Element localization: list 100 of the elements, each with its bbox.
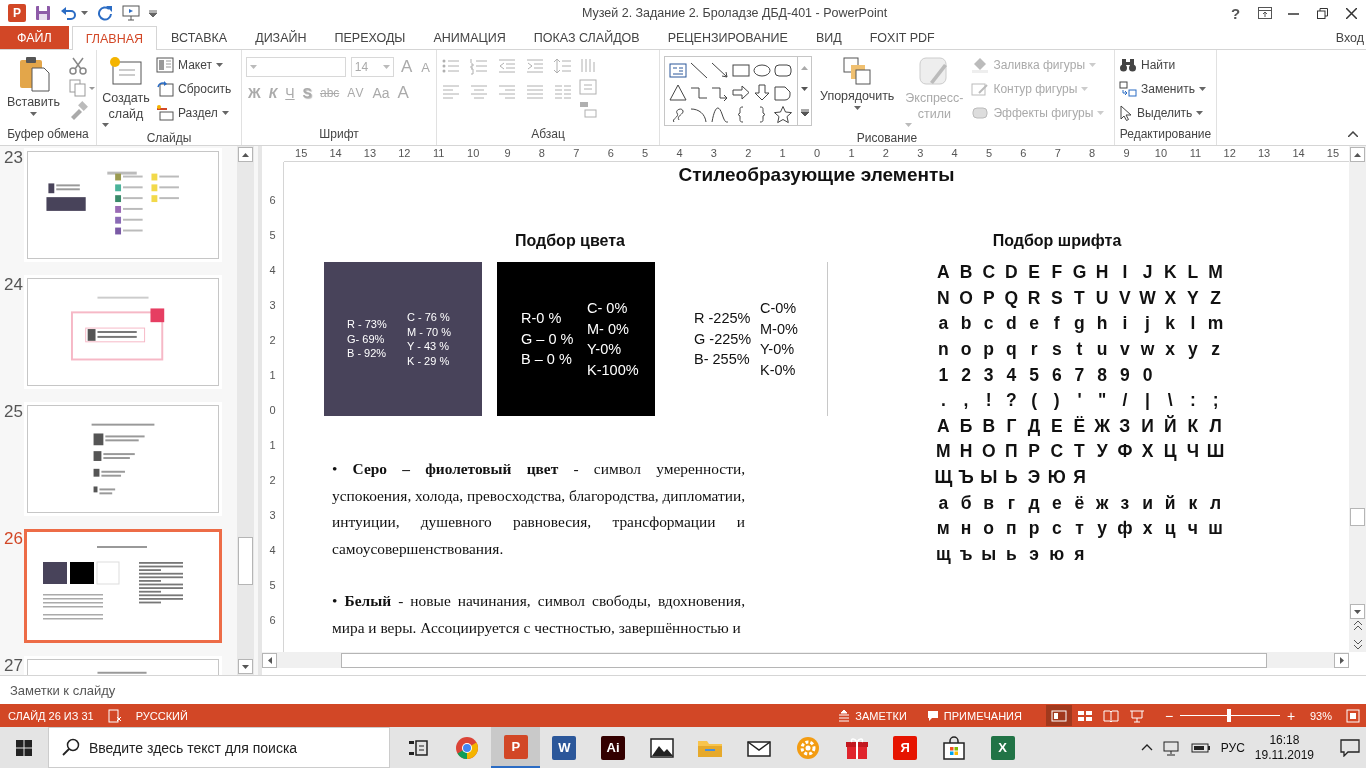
glyph-sample: 0 xyxy=(1142,364,1153,386)
slide-thumbnail[interactable] xyxy=(24,402,222,516)
previous-slide-icon[interactable] xyxy=(1352,619,1363,631)
editing-button[interactable]: Заменить xyxy=(1119,78,1206,100)
battery-icon[interactable] xyxy=(1190,741,1211,754)
layout-icon xyxy=(156,57,174,73)
editing-button[interactable]: Выделить xyxy=(1119,102,1206,124)
scroll-left-button[interactable] xyxy=(262,652,277,668)
glyph-sample: ъ xyxy=(959,543,973,565)
glyph-sample: y xyxy=(1188,339,1198,361)
help-button[interactable]: ? xyxy=(1221,0,1250,26)
customize-icon[interactable] xyxy=(149,9,157,17)
ribbon-tab[interactable]: ВИД xyxy=(801,26,856,49)
paste-button[interactable]: Вставить xyxy=(4,54,63,125)
scroll-down-icon[interactable] xyxy=(801,87,808,92)
scroll-up-icon[interactable] xyxy=(801,65,808,70)
more-icon[interactable] xyxy=(800,109,809,117)
language-button[interactable]: РУССКИЙ xyxy=(135,709,188,722)
ribbon-tab[interactable]: ВСТАВКА xyxy=(157,26,242,49)
ribbon-tab[interactable]: ФАЙЛ xyxy=(0,26,69,49)
glyph-sample: Ъ xyxy=(958,467,974,489)
glyph-sample: p xyxy=(983,339,995,361)
cursor-icon xyxy=(1119,105,1133,121)
ribbon-tab[interactable]: АНИМАЦИЯ xyxy=(419,26,520,49)
slide-thumbnail[interactable] xyxy=(24,148,222,262)
ruler-number: 15 xyxy=(1325,146,1341,161)
glyph-sample: U xyxy=(1095,287,1109,309)
taskbar-app-button[interactable]: P xyxy=(491,727,541,768)
right-arrow-icon[interactable] xyxy=(731,82,751,102)
zoom-slider-thumb[interactable] xyxy=(1226,709,1231,722)
zoom-level-button[interactable]: 93% xyxy=(1309,709,1332,722)
zoom-in-button[interactable]: + xyxy=(1283,707,1298,724)
font-name-field[interactable] xyxy=(246,57,346,77)
slide-thumbnail[interactable] xyxy=(24,529,222,643)
scroll-right-button[interactable] xyxy=(1334,652,1349,668)
search-field[interactable]: Введите здесь текст для поиска xyxy=(48,727,390,768)
slide-option-button[interactable]: Сбросить xyxy=(156,78,232,100)
ruler-number: 9 xyxy=(1122,146,1131,161)
save-icon[interactable] xyxy=(35,5,51,21)
sign-in-link[interactable]: Вход xyxy=(1335,30,1366,45)
slide-option-button[interactable]: Макет xyxy=(156,54,232,76)
glyph-sample: n xyxy=(938,339,949,361)
slide-thumbnail[interactable] xyxy=(24,275,222,389)
taskbar-app-button[interactable]: W xyxy=(540,727,589,768)
arrange-button[interactable]: Упорядочить xyxy=(817,54,898,129)
slideshow-icon[interactable] xyxy=(122,5,140,21)
taskbar-app-button[interactable]: X xyxy=(978,727,1027,768)
new-slide-button[interactable]: Создать слайд xyxy=(101,54,151,129)
ruler-number: 6 xyxy=(268,192,277,208)
scroll-down-button[interactable] xyxy=(238,659,253,674)
ribbon-tab[interactable]: ПЕРЕХОДЫ xyxy=(320,26,420,49)
arrow-line-icon[interactable] xyxy=(710,60,730,80)
scissors-icon[interactable] xyxy=(68,56,88,76)
ribbon-tab[interactable]: ДИЗАЙН xyxy=(241,26,321,49)
letter-tile-icon: Я xyxy=(893,735,918,760)
close-icon xyxy=(1346,7,1357,19)
notifications-icon[interactable] xyxy=(1340,738,1360,757)
notes-button[interactable]: ЗАМЕТКИ xyxy=(838,709,907,722)
chevron-up-icon[interactable] xyxy=(1140,744,1153,751)
editing-button[interactable]: Найти xyxy=(1119,54,1206,76)
caret-icon xyxy=(1196,111,1204,115)
star-icon[interactable] xyxy=(773,104,793,124)
scroll-up-button[interactable] xyxy=(238,147,253,162)
search-icon xyxy=(62,738,80,756)
spell-check-icon[interactable] xyxy=(107,708,122,723)
ribbon-tab[interactable]: ГЛАВНАЯ xyxy=(71,26,158,50)
view-button[interactable] xyxy=(1045,705,1072,726)
scrollbar-thumb[interactable] xyxy=(238,537,253,585)
ribbon-tab[interactable]: FOXIT PDF xyxy=(855,26,949,49)
taskbar-app-button[interactable]: Ai xyxy=(588,727,638,768)
input-language-button[interactable]: РУС xyxy=(1220,740,1245,755)
scroll-down-button[interactable] xyxy=(1350,604,1365,619)
reset-icon xyxy=(156,81,174,97)
zoom-out-button[interactable]: − xyxy=(1161,707,1176,724)
comments-button[interactable]: ПРИМЕЧАНИЯ xyxy=(926,709,1022,722)
next-slide-icon[interactable] xyxy=(1352,639,1363,651)
slide-option-button[interactable]: Раздел xyxy=(156,102,232,124)
scroll-up-button[interactable] xyxy=(1350,147,1365,162)
glyph-sample: e xyxy=(1029,313,1039,335)
ribbon-tab[interactable]: РЕЦЕНЗИРОВАНИЕ xyxy=(653,26,802,49)
down-arrow-icon[interactable] xyxy=(752,82,772,102)
circle-logo-icon xyxy=(455,735,480,760)
collapse-ribbon-icon[interactable] xyxy=(1348,131,1358,137)
network-icon[interactable] xyxy=(1162,739,1181,756)
taskbar-app-button[interactable]: Я xyxy=(880,727,930,768)
triangle-icon[interactable] xyxy=(668,82,688,102)
group-label: Буфер обмена xyxy=(6,126,90,143)
windows-logo-icon[interactable] xyxy=(16,739,32,756)
fit-to-window-icon[interactable] xyxy=(1346,708,1360,723)
scrollbar-thumb[interactable] xyxy=(341,652,1267,668)
redo-icon[interactable] xyxy=(97,5,113,21)
ruler-number: 1 xyxy=(268,367,277,383)
notes-field[interactable]: Заметки к слайду xyxy=(8,681,412,699)
glyph-sample: д xyxy=(1028,492,1040,514)
ribbon-tab[interactable]: ПОКАЗ СЛАЙДОВ xyxy=(519,26,654,49)
undo-icon[interactable] xyxy=(60,5,76,21)
scrollbar-thumb[interactable] xyxy=(1350,508,1365,526)
glyph-sample: o xyxy=(960,339,972,361)
curve-icon[interactable] xyxy=(710,104,730,124)
line-icon[interactable] xyxy=(689,60,709,80)
